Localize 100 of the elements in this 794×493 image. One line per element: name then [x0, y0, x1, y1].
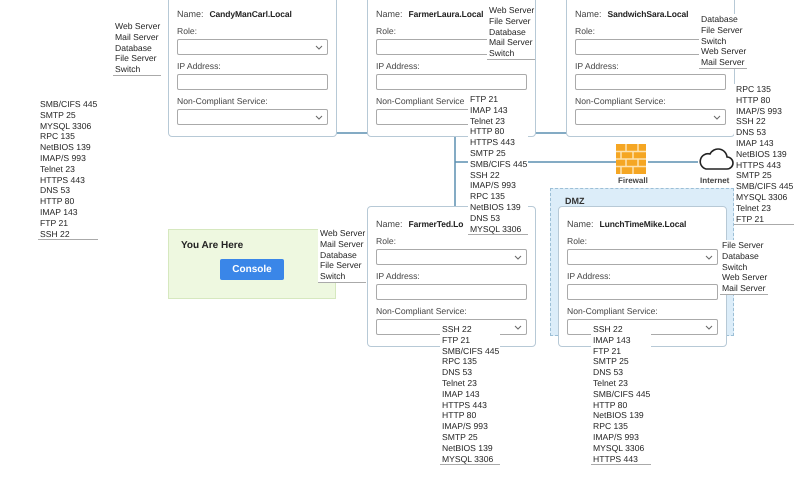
dropdown-option[interactable]: Mail Server: [320, 238, 364, 250]
input-field[interactable]: [567, 284, 718, 300]
dropdown-option[interactable]: DNS 53: [736, 127, 766, 138]
dropdown-option[interactable]: Telnet 23: [470, 116, 505, 126]
dropdown-option[interactable]: Mail Server: [115, 32, 158, 43]
dropdown-option[interactable]: Switch: [115, 64, 140, 75]
dropdown-option[interactable]: DNS 53: [593, 367, 624, 378]
input-field[interactable]: [376, 284, 527, 300]
dropdown-option[interactable]: HTTPS 443: [40, 174, 85, 186]
dropdown-option[interactable]: Telnet 23: [736, 202, 771, 214]
dropdown-option[interactable]: SMTP 25: [470, 148, 506, 159]
dropdown-option[interactable]: Database: [701, 14, 738, 25]
dropdown-option[interactable]: HTTPS 443: [470, 137, 515, 148]
dropdown-field[interactable]: [177, 39, 328, 55]
dropdown-option[interactable]: IMAP/S 993: [442, 421, 488, 432]
dropdown-option[interactable]: RPC 135: [736, 84, 771, 95]
dropdown-option[interactable]: HTTP 80: [593, 400, 628, 410]
dropdown-field[interactable]: [376, 249, 527, 265]
dropdown-option[interactable]: IMAP/S 993: [470, 180, 516, 192]
dropdown-option[interactable]: FTP 21: [736, 214, 764, 224]
dropdown-option[interactable]: Database: [489, 26, 526, 38]
dropdown-option[interactable]: Switch: [489, 48, 514, 59]
dropdown-option[interactable]: IMAP/S 993: [593, 432, 639, 443]
dropdown-option[interactable]: HTTPS 443: [442, 400, 487, 410]
dropdown-option[interactable]: IMAP/S 993: [736, 106, 782, 116]
dropdown-option[interactable]: IMAP 143: [593, 334, 631, 346]
dropdown-option[interactable]: HTTP 80: [470, 126, 504, 138]
dropdown-option[interactable]: MYSQL 3306: [470, 224, 522, 234]
dropdown-option[interactable]: File Server: [489, 16, 531, 27]
dropdown-option[interactable]: FTP 21: [40, 218, 68, 229]
dropdown-option[interactable]: Web Server: [320, 228, 366, 239]
dropdown-option[interactable]: MYSQL 3306: [442, 454, 494, 464]
dropdown-option[interactable]: Telnet 23: [40, 164, 75, 175]
dropdown-option[interactable]: SMTP 25: [40, 110, 76, 121]
dropdown-option[interactable]: DNS 53: [470, 212, 500, 224]
dropdown-option[interactable]: SSH 22: [736, 116, 766, 128]
dropdown-option[interactable]: SMB/CIFS 445: [593, 388, 650, 400]
dropdown-option[interactable]: File Server: [320, 260, 362, 272]
dropdown-option[interactable]: SSH 22: [40, 228, 70, 240]
dropdown-option[interactable]: SSH 22: [593, 324, 623, 335]
dropdown-option[interactable]: NetBIOS 139: [40, 142, 91, 153]
dropdown-option[interactable]: FTP 21: [470, 94, 498, 105]
input-field[interactable]: [575, 74, 726, 90]
dropdown-option[interactable]: NetBIOS 139: [593, 410, 644, 422]
dropdown-option[interactable]: Mail Server: [722, 283, 766, 294]
dropdown-option[interactable]: FTP 21: [442, 334, 470, 346]
dropdown-option[interactable]: Mail Server: [701, 57, 744, 68]
dropdown-option[interactable]: Database: [115, 42, 152, 54]
dropdown-option[interactable]: MYSQL 3306: [736, 192, 788, 203]
input-field[interactable]: [376, 74, 527, 90]
dropdown-option[interactable]: HTTP 80: [442, 410, 476, 422]
dropdown-option[interactable]: SSH 22: [470, 170, 500, 180]
dropdown-option[interactable]: IMAP 143: [40, 206, 78, 218]
dropdown-option[interactable]: MYSQL 3306: [593, 442, 644, 454]
dropdown-option[interactable]: Telnet 23: [442, 378, 477, 389]
dropdown-option[interactable]: SMTP 25: [736, 170, 772, 182]
input-field[interactable]: [177, 74, 328, 90]
dropdown-option[interactable]: FTP 21: [593, 346, 622, 356]
dropdown-option[interactable]: RPC 135: [40, 131, 75, 142]
dropdown-option[interactable]: DNS 53: [442, 367, 472, 378]
dropdown-option[interactable]: IMAP/S 993: [40, 152, 86, 164]
dropdown-option[interactable]: SSH 22: [442, 324, 472, 335]
dropdown-option[interactable]: IMAP 143: [736, 138, 774, 149]
dropdown-option[interactable]: DNS 53: [40, 185, 70, 196]
dropdown-option[interactable]: Web Server: [115, 21, 160, 32]
dropdown-option[interactable]: SMTP 25: [442, 432, 478, 443]
dropdown-option[interactable]: NetBIOS 139: [736, 148, 787, 160]
dropdown-option[interactable]: SMTP 25: [593, 356, 629, 368]
dropdown-option[interactable]: Mail Server: [489, 37, 532, 48]
dropdown-option[interactable]: RPC 135: [470, 191, 505, 202]
dropdown-option[interactable]: IMAP 143: [442, 388, 480, 400]
dropdown-option[interactable]: Telnet 23: [593, 378, 628, 389]
dropdown-option[interactable]: Web Server: [489, 5, 534, 16]
dropdown-option[interactable]: Switch: [320, 271, 346, 282]
console-button[interactable]: Console: [220, 259, 284, 280]
dropdown-option[interactable]: NetBIOS 139: [470, 202, 521, 213]
dropdown-field[interactable]: [575, 109, 726, 125]
dropdown-field[interactable]: [567, 249, 718, 265]
dropdown-option[interactable]: MYSQL 3306: [40, 120, 92, 132]
dropdown-option[interactable]: SMB/CIFS 445: [40, 99, 98, 110]
dropdown-option[interactable]: Database: [320, 250, 357, 260]
dropdown-field[interactable]: [177, 109, 328, 125]
dropdown-option[interactable]: SMB/CIFS 445: [470, 158, 528, 170]
dropdown-option[interactable]: SMB/CIFS 445: [442, 346, 500, 356]
dropdown-option[interactable]: File Server: [722, 240, 764, 251]
dropdown-option[interactable]: Web Server: [701, 46, 746, 58]
dropdown-option[interactable]: SMB/CIFS 445: [736, 181, 794, 192]
dropdown-option[interactable]: Switch: [701, 36, 726, 46]
dropdown-option[interactable]: RPC 135: [593, 421, 628, 432]
dropdown-option[interactable]: HTTP 80: [736, 94, 770, 106]
dropdown-option[interactable]: File Server: [115, 53, 157, 64]
dropdown-option[interactable]: HTTP 80: [40, 196, 74, 207]
dropdown-option[interactable]: HTTPS 443: [736, 160, 781, 170]
dropdown-option[interactable]: File Server: [701, 24, 743, 36]
dropdown-option[interactable]: Database: [722, 250, 759, 262]
dropdown-option[interactable]: RPC 135: [442, 356, 477, 368]
dropdown-option[interactable]: Web Server: [722, 272, 768, 284]
dropdown-option[interactable]: HTTPS 443: [593, 454, 638, 464]
dropdown-option[interactable]: IMAP 143: [470, 104, 508, 116]
dropdown-option[interactable]: NetBIOS 139: [442, 442, 493, 454]
